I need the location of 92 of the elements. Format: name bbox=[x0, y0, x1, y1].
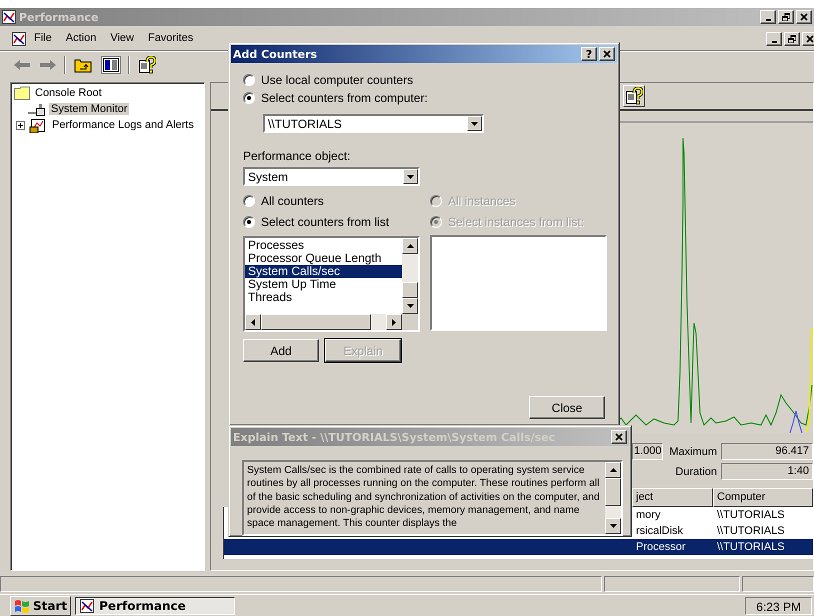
dropdown-field[interactable]: System bbox=[243, 167, 420, 186]
app-icon bbox=[12, 32, 26, 46]
back-arrow-icon bbox=[14, 60, 30, 70]
flag-icon bbox=[14, 599, 30, 613]
caret-icon bbox=[392, 318, 396, 326]
close-button[interactable]: Close bbox=[529, 396, 605, 419]
menu-item[interactable]: Favorites bbox=[142, 32, 200, 46]
close-icon bbox=[806, 35, 814, 43]
caret-icon bbox=[471, 122, 478, 126]
restore-icon bbox=[782, 13, 790, 21]
taskbar-button[interactable]: Performance bbox=[75, 597, 236, 615]
list-item[interactable]: System Calls/sec bbox=[245, 265, 402, 278]
help-button[interactable] bbox=[623, 85, 645, 107]
tree-item[interactable]: Performance Logs and Alerts bbox=[50, 119, 196, 131]
tree-item[interactable]: System Monitor bbox=[49, 103, 130, 115]
radio-label[interactable]: All counters bbox=[261, 194, 324, 208]
radio-button[interactable] bbox=[243, 194, 255, 206]
window-title: Performance bbox=[19, 10, 98, 24]
close-icon bbox=[615, 433, 623, 441]
radio-button[interactable] bbox=[243, 92, 255, 104]
scrollbar[interactable] bbox=[605, 462, 621, 534]
table-cell-text: rsicalDisk bbox=[635, 525, 684, 537]
table-cell-text: \\TUTORIALS bbox=[716, 509, 786, 521]
table-row[interactable]: Processor \\TUTORIALS bbox=[224, 539, 813, 555]
list-item[interactable]: Processor Queue Length bbox=[245, 252, 402, 265]
minimize-button[interactable] bbox=[766, 32, 782, 46]
scroll-up-button[interactable] bbox=[605, 462, 621, 478]
column-header[interactable]: Computer bbox=[713, 488, 813, 507]
dialog-button[interactable]: Add bbox=[243, 339, 319, 362]
table-cell-text: mory bbox=[635, 509, 662, 521]
app-icon bbox=[2, 10, 16, 24]
start-button[interactable]: Start bbox=[10, 596, 72, 616]
table-cell-text: \\TUTORIALS bbox=[716, 541, 786, 553]
dropdown-field[interactable]: \\TUTORIALS bbox=[263, 114, 484, 133]
scroll-thumb[interactable] bbox=[402, 282, 418, 298]
close-icon bbox=[800, 13, 808, 21]
folder-icon bbox=[14, 86, 30, 100]
close-icon bbox=[603, 50, 611, 58]
restore-icon bbox=[788, 35, 796, 43]
status-panel bbox=[742, 576, 814, 592]
chart-book-icon bbox=[29, 117, 47, 133]
stat-label: Maximum bbox=[668, 446, 718, 458]
radio-button[interactable] bbox=[243, 216, 255, 228]
stat-value: 1.000 bbox=[632, 443, 663, 460]
list-item[interactable]: System Up Time bbox=[245, 278, 402, 291]
scrollbar[interactable] bbox=[402, 238, 418, 314]
monitor-icon bbox=[28, 102, 46, 116]
radio-label[interactable]: Use local computer counters bbox=[261, 72, 414, 86]
clock: 6:23 PM bbox=[745, 597, 812, 615]
help-button[interactable]: ? bbox=[581, 47, 597, 61]
help-icon bbox=[625, 87, 643, 105]
radio-button[interactable] bbox=[243, 74, 255, 86]
dialog-title: Add Counters bbox=[233, 48, 318, 60]
menu-item[interactable]: View bbox=[104, 32, 140, 46]
caret-icon bbox=[406, 304, 414, 308]
scroll-down-button[interactable] bbox=[605, 518, 621, 534]
stat-value: 1:40 bbox=[721, 463, 813, 480]
scroll-thumb[interactable] bbox=[605, 478, 621, 506]
app-icon bbox=[80, 599, 94, 613]
caret-icon bbox=[406, 244, 414, 248]
stat-value: 96.417 bbox=[721, 443, 813, 460]
menu-item[interactable]: File bbox=[28, 32, 58, 46]
caret-icon bbox=[610, 524, 616, 528]
list-item[interactable]: Threads bbox=[245, 291, 402, 304]
radio-label[interactable]: Select counters from computer: bbox=[261, 90, 428, 104]
explain-text: System Calls/sec is the combined rate of calls to operating system service routines by all processes running on the computer. These routines perform all of the basic scheduling and synchronization of activities on the computer, and provide access to non-graphic devices, memory management, and name space management. This counter displays the bbox=[246, 464, 601, 532]
field-label: Performance object: bbox=[243, 149, 352, 163]
panel-toggle-icon bbox=[102, 57, 120, 73]
tree-item[interactable]: Console Root bbox=[33, 87, 104, 99]
table-cell-text: \\TUTORIALS bbox=[716, 525, 786, 537]
stat-label: Duration bbox=[674, 466, 718, 478]
scrollbar-corner bbox=[402, 314, 418, 330]
caret-icon bbox=[251, 318, 255, 326]
scrollbar[interactable] bbox=[245, 314, 402, 330]
table-cell-text: Processor bbox=[635, 541, 687, 553]
column-header[interactable]: ject bbox=[632, 488, 713, 507]
scroll-thumb[interactable] bbox=[261, 314, 371, 330]
caret-icon bbox=[407, 174, 414, 178]
menu-item[interactable]: Action bbox=[60, 32, 102, 46]
caret-icon bbox=[610, 468, 616, 472]
folder-up-icon bbox=[74, 57, 92, 73]
radio-label[interactable]: Select counters from list bbox=[261, 214, 390, 228]
close-button[interactable] bbox=[599, 47, 615, 61]
forward-arrow-icon bbox=[40, 60, 56, 70]
help-icon bbox=[138, 56, 156, 74]
scroll-up-button[interactable] bbox=[402, 238, 418, 254]
close-button[interactable] bbox=[802, 32, 814, 46]
list-item[interactable]: Processes bbox=[245, 239, 402, 252]
scroll-left-button[interactable] bbox=[245, 314, 261, 330]
restore-button[interactable] bbox=[784, 32, 800, 46]
scroll-down-button[interactable] bbox=[402, 298, 418, 314]
scroll-right-button[interactable] bbox=[386, 314, 402, 330]
